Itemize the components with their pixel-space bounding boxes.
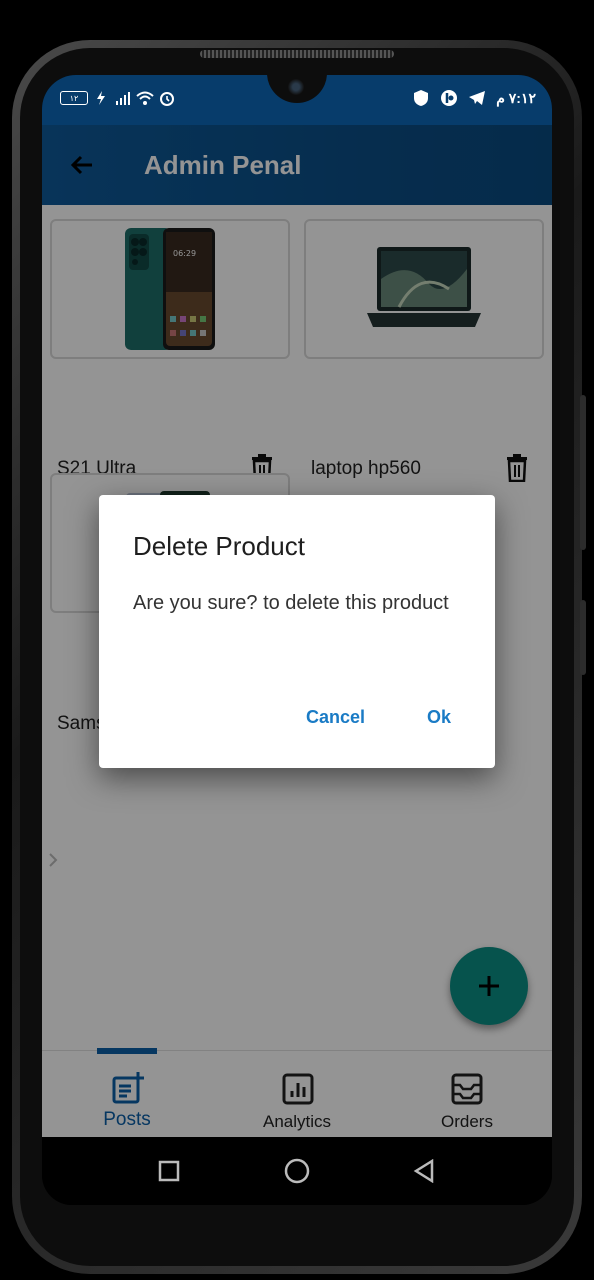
back-triangle-icon[interactable] [412,1159,436,1183]
ok-button[interactable]: Ok [427,707,451,728]
status-bar: ١٢ ٧:١٢ م [42,75,552,125]
home-icon[interactable] [284,1158,310,1184]
wifi-icon [136,91,154,105]
power-button [580,600,586,675]
signal-icon [116,92,130,105]
status-left: ١٢ [60,89,176,107]
battery-icon: ١٢ [60,91,88,105]
telegram-icon [469,91,486,105]
cancel-button[interactable]: Cancel [306,707,365,728]
clock: ٧:١٢ م [496,89,536,106]
front-camera [288,79,304,95]
shield-icon [414,90,429,106]
earpiece-speaker [200,50,394,58]
recents-icon[interactable] [158,1160,180,1182]
charging-icon [97,91,105,105]
battery-level: ١٢ [69,93,79,103]
dialog-title: Delete Product [133,531,305,561]
volume-button [580,395,586,550]
system-navigation-bar [42,1137,552,1205]
alarm-icon [160,92,174,106]
app-icon [441,90,458,106]
delete-dialog: Delete Product Are you sure? to delete t… [99,495,495,768]
status-right: ٧:١٢ م [412,89,536,107]
dialog-message: Are you sure? to delete this product [133,592,449,614]
phone-screen: ١٢ ٧:١٢ م Admin Penal 06:29 S21 Ultra la… [42,75,552,1205]
